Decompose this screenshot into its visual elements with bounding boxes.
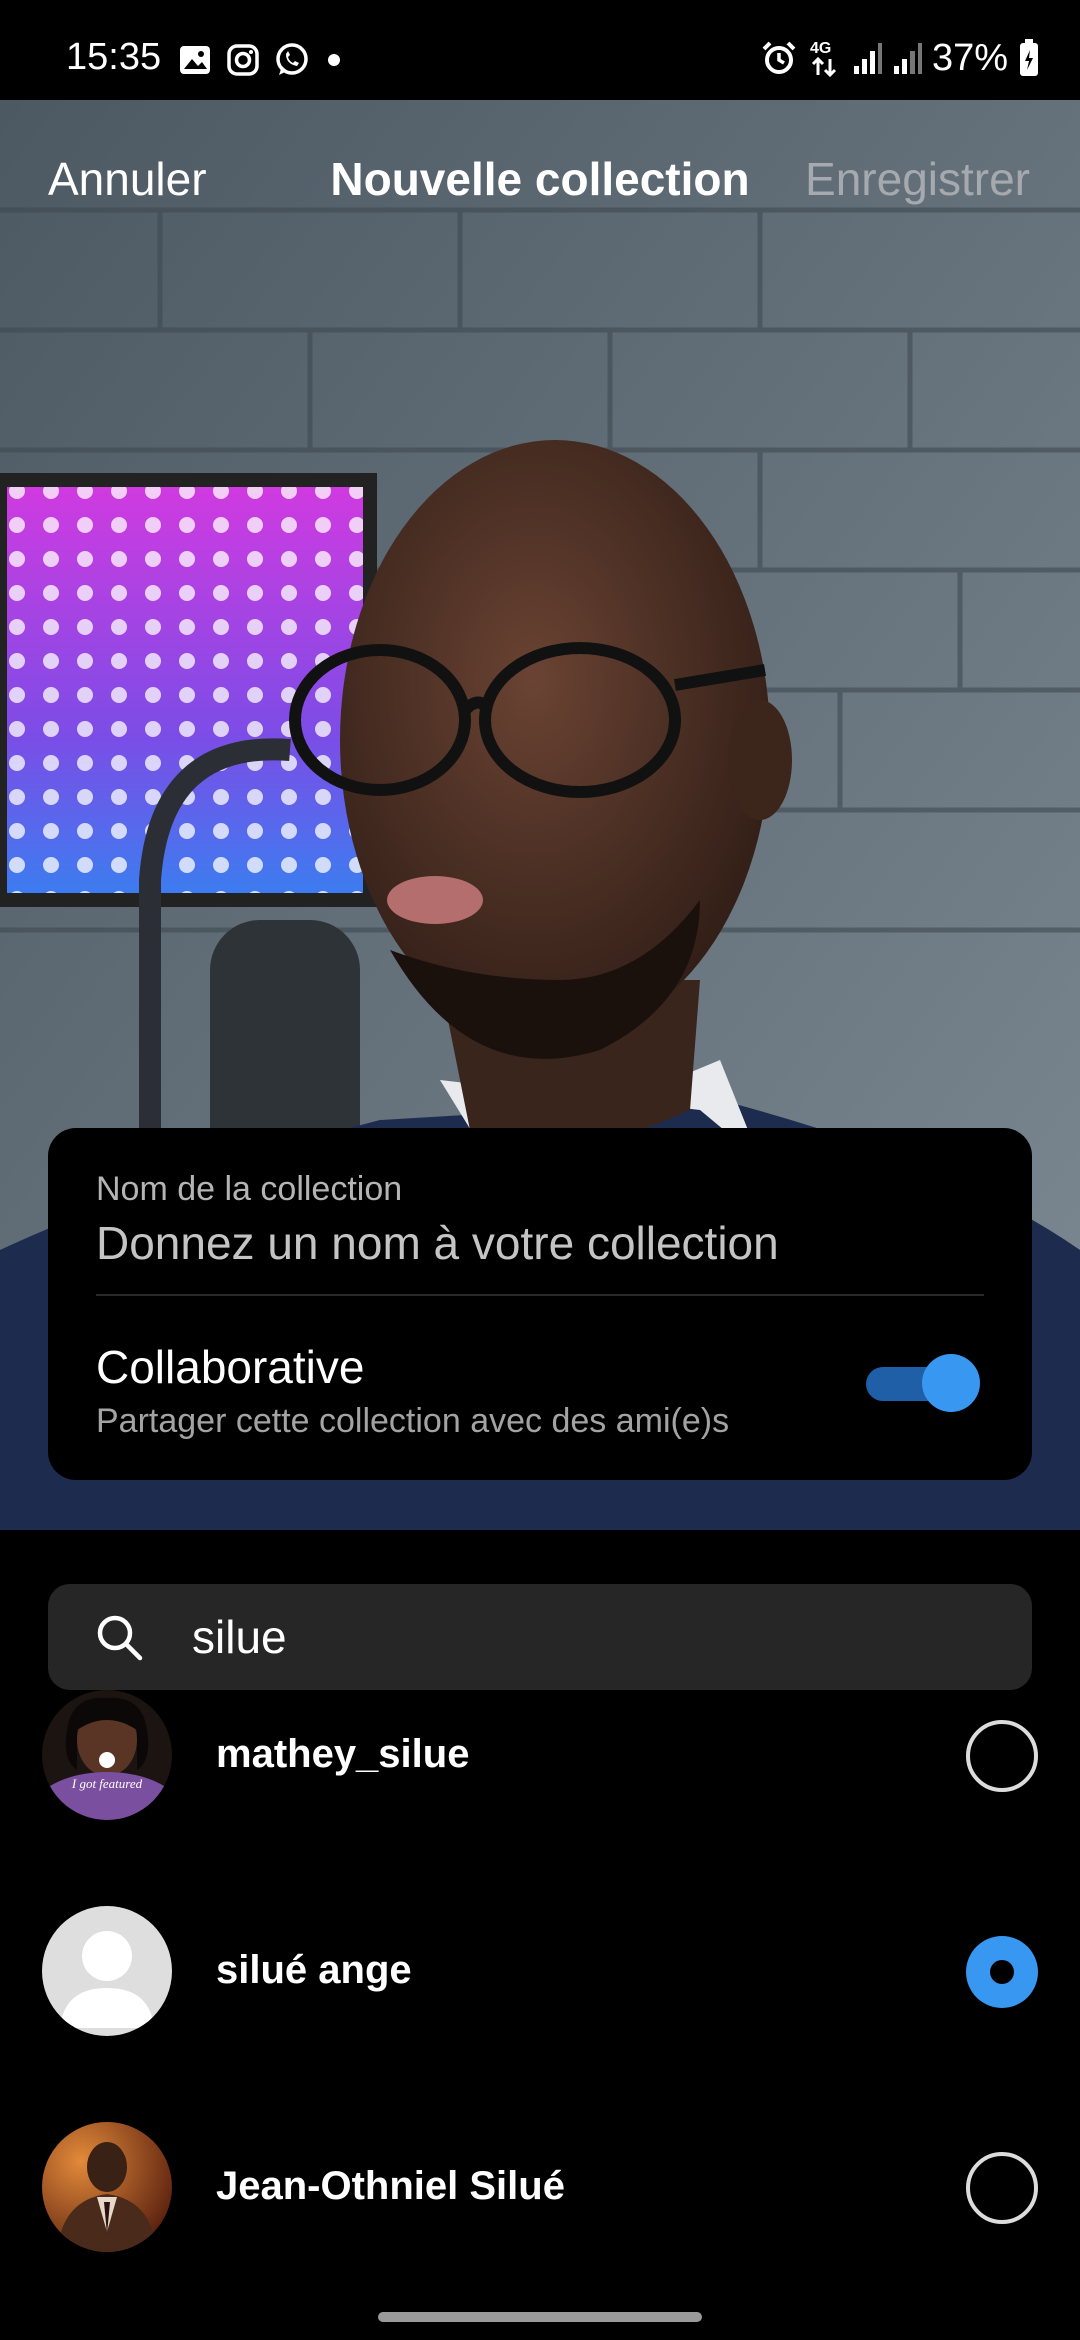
list-item[interactable]: I got featured mathey_silue: [0, 1680, 1080, 1830]
battery-icon: [1020, 39, 1038, 76]
system-icons: 4G 37%: [760, 36, 1040, 80]
whatsapp-icon: [276, 43, 308, 75]
signal-icon: [893, 43, 922, 74]
instagram-icon: [227, 44, 259, 76]
save-button[interactable]: Enregistrer: [805, 152, 1030, 206]
list-item[interactable]: Jean-Othniel Silué: [0, 2112, 1080, 2262]
search-field[interactable]: silue: [48, 1584, 1032, 1690]
divider: [96, 1294, 984, 1296]
signal-icon: [853, 43, 882, 74]
network-label: 4G: [810, 40, 831, 57]
user-name: silué ange: [216, 1948, 412, 1992]
select-radio[interactable]: [966, 1720, 1038, 1792]
avatar: I got featured: [42, 1690, 172, 1820]
status-bar: 15:35 4G 37%: [0, 0, 1080, 100]
alarm-icon: [762, 41, 796, 74]
dot-icon: [328, 54, 340, 66]
collaborative-title: Collaborative: [96, 1341, 365, 1393]
collection-name-label: Nom de la collection: [96, 1170, 403, 1208]
status-time: 15:35: [66, 36, 162, 78]
4g-icon: 4G: [810, 40, 836, 78]
avatar: [42, 1906, 172, 2036]
search-input[interactable]: silue: [192, 1610, 287, 1664]
user-name: Jean-Othniel Silué: [216, 2164, 565, 2208]
gallery-icon: [180, 46, 210, 74]
avatar-caption: I got featured: [71, 1776, 143, 1791]
battery-percentage: 37%: [931, 36, 1008, 79]
collection-name-input[interactable]: Donnez un nom à votre collection: [96, 1216, 779, 1270]
notification-icons: [178, 42, 344, 78]
collection-settings-card: Nom de la collection Donnez un nom à vot…: [48, 1128, 1032, 1480]
user-name: mathey_silue: [216, 1732, 470, 1776]
collaborative-subtitle: Partager cette collection avec des ami(e…: [96, 1402, 730, 1440]
select-radio-selected[interactable]: [966, 1936, 1038, 2008]
search-icon: [97, 1615, 143, 1661]
avatar: [42, 2122, 172, 2252]
list-item[interactable]: silué ange: [0, 1896, 1080, 2046]
collaborative-toggle[interactable]: [866, 1354, 980, 1412]
cancel-button[interactable]: Annuler: [48, 152, 207, 206]
toggle-knob: [922, 1354, 980, 1412]
home-indicator[interactable]: [378, 2312, 702, 2322]
select-radio[interactable]: [966, 2152, 1038, 2224]
